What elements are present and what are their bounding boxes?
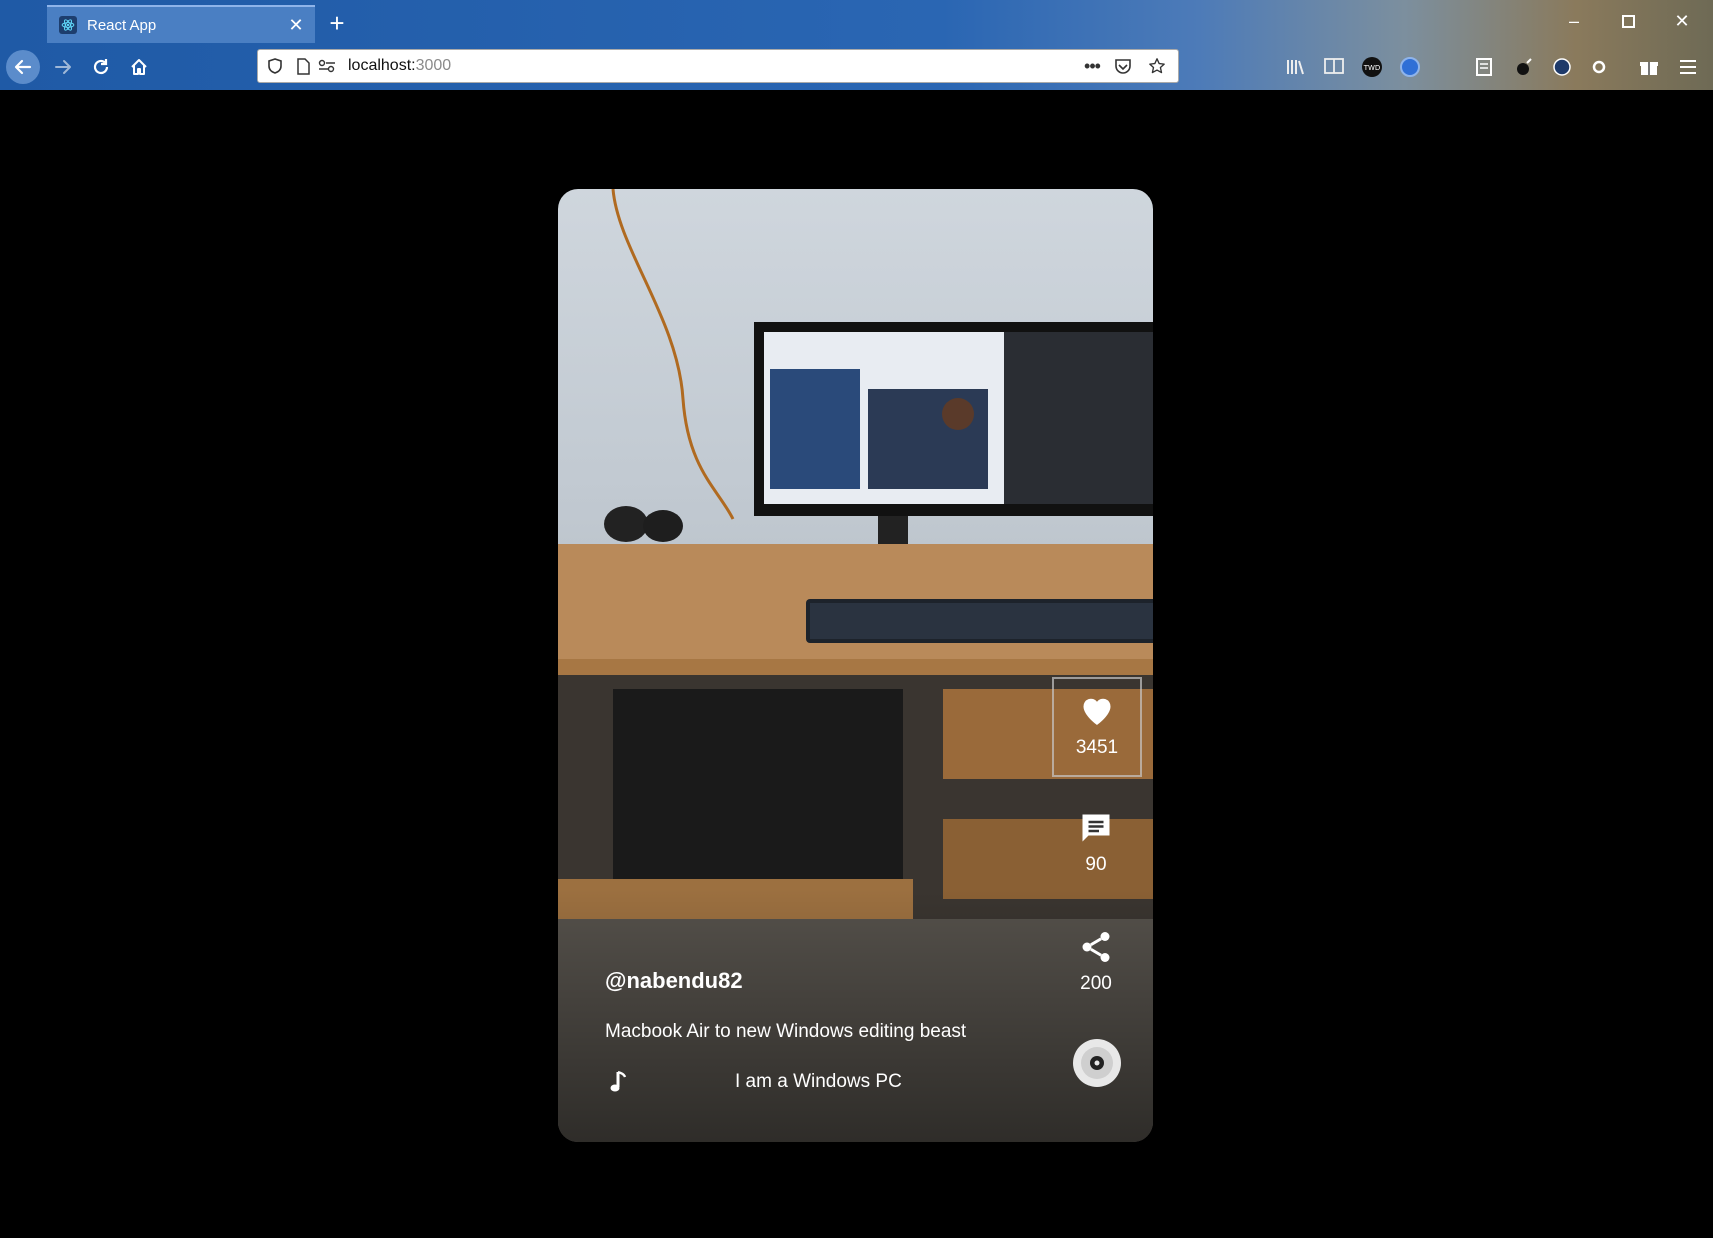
bug-icon[interactable] bbox=[1510, 54, 1536, 80]
back-button[interactable] bbox=[6, 50, 40, 84]
extension-blue-icon[interactable] bbox=[1397, 54, 1423, 80]
forward-button[interactable] bbox=[46, 50, 80, 84]
library-icon[interactable] bbox=[1282, 54, 1308, 80]
url-bar[interactable]: localhost: 3000 ••• bbox=[257, 49, 1179, 83]
video-description: Macbook Air to new Windows editing beast bbox=[605, 1021, 967, 1042]
browser-tab[interactable]: React App ✕ bbox=[47, 5, 315, 43]
tab-close-icon[interactable]: ✕ bbox=[283, 12, 309, 38]
pocket-icon[interactable] bbox=[1106, 58, 1140, 75]
like-button[interactable]: 3451 bbox=[1052, 677, 1142, 777]
page-info-icon[interactable] bbox=[296, 57, 314, 75]
gear-extension-icon[interactable] bbox=[1586, 54, 1612, 80]
tab-title: React App bbox=[87, 16, 157, 34]
react-logo-icon bbox=[59, 16, 77, 34]
arrow-left-icon bbox=[14, 59, 32, 75]
share-icon bbox=[1082, 932, 1110, 962]
maximize-button[interactable] bbox=[1608, 6, 1648, 36]
url-host: localhost: bbox=[348, 57, 416, 74]
navigation-bar: localhost: 3000 ••• TWD bbox=[0, 44, 1713, 90]
reader-view-icon[interactable] bbox=[1321, 54, 1347, 80]
permissions-icon[interactable] bbox=[318, 59, 340, 73]
extension-dark-icon[interactable]: TWD bbox=[1359, 54, 1385, 80]
video-frame-image bbox=[558, 189, 1153, 1142]
gift-icon[interactable] bbox=[1636, 54, 1662, 80]
minimize-button[interactable]: – bbox=[1554, 6, 1594, 36]
comment-icon bbox=[1082, 814, 1110, 842]
notes-icon[interactable] bbox=[1471, 54, 1497, 80]
share-count: 200 bbox=[1080, 973, 1112, 994]
music-note-icon bbox=[610, 1070, 628, 1099]
page-actions-icon[interactable]: ••• bbox=[1078, 56, 1106, 77]
like-count: 3451 bbox=[1075, 737, 1119, 758]
music-disc-icon[interactable] bbox=[1072, 1038, 1122, 1088]
url-port: 3000 bbox=[415, 57, 452, 74]
comment-button[interactable]: 90 bbox=[1051, 810, 1141, 876]
shield-icon[interactable] bbox=[268, 58, 286, 74]
song-name: I am a Windows PC bbox=[735, 1071, 902, 1092]
bookmark-star-icon[interactable] bbox=[1140, 57, 1174, 75]
video-username[interactable]: @nabendu82 bbox=[605, 968, 743, 994]
svg-text:TWD: TWD bbox=[1363, 64, 1381, 72]
extension-globe-icon[interactable] bbox=[1549, 54, 1575, 80]
home-button[interactable] bbox=[122, 50, 156, 84]
reload-button[interactable] bbox=[84, 50, 118, 84]
close-window-button[interactable]: ✕ bbox=[1662, 6, 1702, 36]
heart-icon bbox=[1083, 698, 1111, 725]
browser-toolbar: React App ✕ + – ✕ localhost: 3000 ••• TW… bbox=[0, 0, 1713, 90]
video-card[interactable]: 3451 90 200 @nabendu82 Macbook Air to ne… bbox=[558, 189, 1153, 1142]
menu-hamburger-icon[interactable] bbox=[1675, 54, 1701, 80]
new-tab-button[interactable]: + bbox=[322, 8, 352, 38]
share-button[interactable]: 200 bbox=[1051, 929, 1141, 995]
reload-icon bbox=[93, 59, 109, 75]
comment-count: 90 bbox=[1085, 854, 1107, 875]
arrow-right-icon bbox=[55, 60, 71, 74]
home-icon bbox=[131, 59, 147, 75]
